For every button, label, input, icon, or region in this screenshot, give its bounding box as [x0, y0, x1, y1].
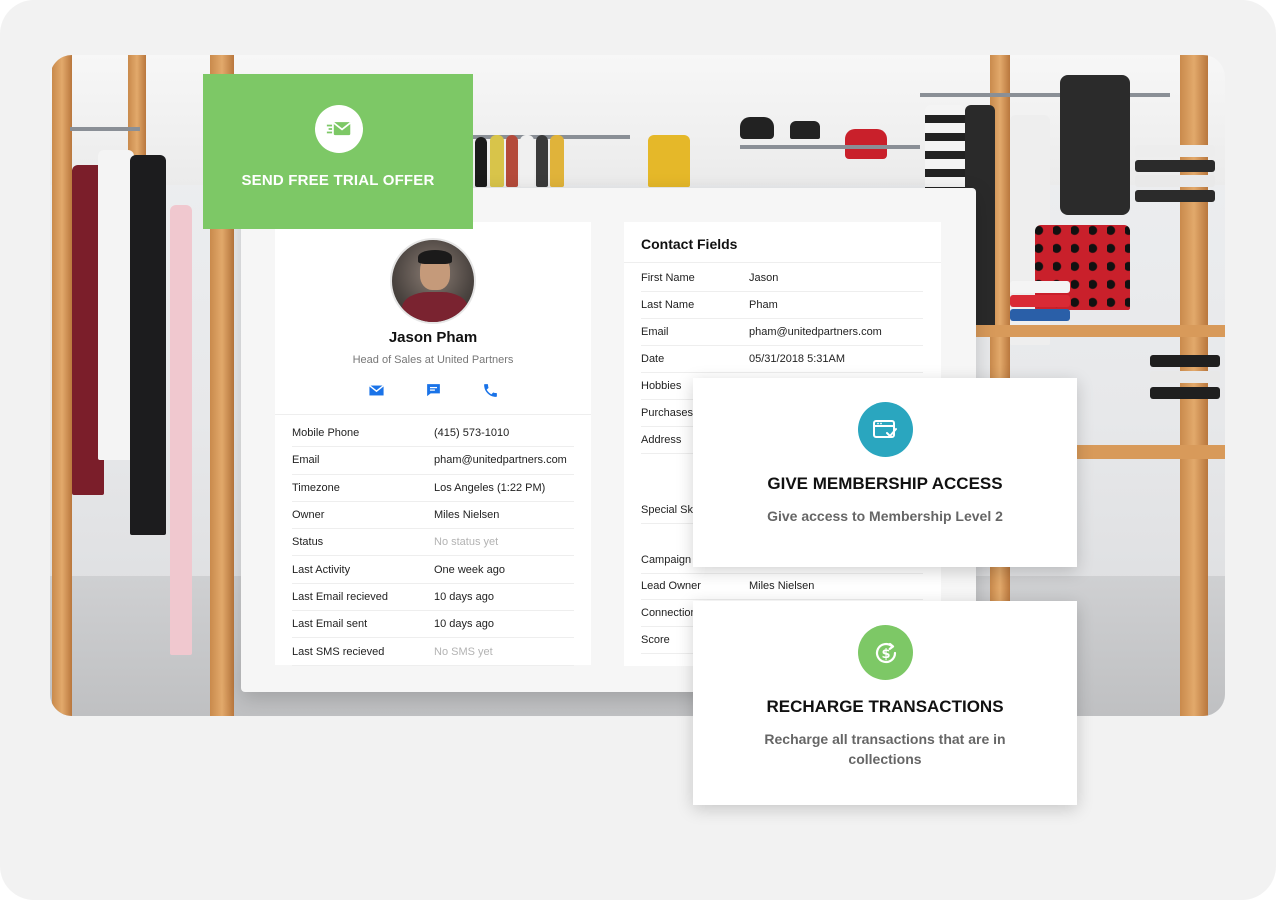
recharge-transactions-action[interactable]: $ RECHARGE TRANSACTIONS Recharge all tra… [693, 601, 1077, 805]
contact-actions [275, 382, 591, 399]
membership-title: GIVE MEMBERSHIP ACCESS [767, 474, 1003, 493]
contact-field-label: Last Name [641, 299, 695, 311]
contact-field-label: Lead Owner [641, 580, 701, 592]
contact-field-label: Date [641, 353, 665, 365]
recharge-title: RECHARGE TRANSACTIONS [766, 697, 1004, 716]
profile-detail-label: Email [292, 454, 320, 467]
profile-divider [275, 414, 591, 415]
profile-detail-value: 10 days ago [434, 618, 494, 631]
profile-detail-label: Owner [292, 509, 325, 522]
contact-field-row[interactable]: Lead Owner Miles Nielsen [641, 573, 923, 600]
profile-detail-value: One week ago [434, 563, 505, 576]
profile-detail-value: pham@unitedpartners.com [434, 454, 567, 467]
profile-detail-value: Miles Nielsen [434, 509, 500, 522]
give-membership-access-action[interactable]: GIVE MEMBERSHIP ACCESS Give access to Me… [693, 378, 1077, 567]
profile-details: Mobile Phone (415) 573-1010 Email pham@unit… [292, 420, 574, 666]
contact-field-row[interactable]: Email pham@unitedpartners.com [641, 319, 923, 346]
profile-detail-label: Timezone [292, 481, 340, 494]
email-icon[interactable] [368, 382, 385, 399]
phone-icon[interactable] [482, 382, 499, 399]
contact-field-row[interactable]: Date 05/31/2018 5:31AM [641, 346, 923, 373]
contact-field-value: 05/31/2018 5:31AM [749, 353, 846, 365]
profile-detail-label: Status [292, 536, 324, 549]
contact-field-label: Email [641, 326, 669, 338]
profile-detail-value: 10 days ago [434, 590, 494, 603]
profile-detail-row: Status No status yet [292, 529, 574, 557]
profile-detail-value: No status yet [434, 536, 499, 549]
profile-detail-row: Last SMS recieved No SMS yet [292, 638, 574, 666]
contact-field-value: Jason [749, 272, 779, 284]
membership-description: Give access to Membership Level 2 [767, 508, 1003, 524]
browser-check-icon [858, 402, 913, 457]
contact-field-row[interactable]: Last Name Pham [641, 292, 923, 319]
contact-role: Head of Sales at United Partners [352, 354, 514, 366]
svg-text:$: $ [881, 647, 890, 662]
profile-detail-row: Last Email recieved 10 days ago [292, 584, 574, 612]
profile-detail-row: Mobile Phone (415) 573-1010 [292, 420, 574, 448]
profile-detail-label: Last Email recieved [292, 590, 388, 603]
profile-detail-row: Last Activity One week ago [292, 556, 574, 584]
profile-detail-row: Email pham@unitedpartners.com [292, 447, 574, 475]
contact-field-row[interactable]: First Name Jason [641, 265, 923, 292]
profile-detail-row: Last Email sent 10 days ago [292, 611, 574, 639]
sms-icon[interactable] [425, 382, 442, 399]
profile-detail-label: Last Email sent [292, 618, 368, 631]
contact-field-label: First Name [641, 272, 695, 284]
avatar[interactable] [390, 238, 476, 324]
recharge-description: Recharge all transactions that are in co… [764, 731, 1006, 767]
profile-detail-value: (415) 573-1010 [434, 427, 510, 440]
contact-fields-title: Contact Fields [641, 236, 738, 252]
profile-detail-value: Los Angeles (1:22 PM) [434, 481, 546, 494]
profile-detail-label: Last Activity [292, 563, 351, 576]
send-free-trial-offer-action[interactable]: SEND FREE TRIAL OFFER [203, 74, 473, 229]
contact-field-value: Pham [749, 299, 778, 311]
contact-field-value: Miles Nielsen [749, 580, 815, 592]
contact-fields-divider [624, 262, 941, 263]
envelope-send-icon [315, 105, 363, 153]
profile-detail-label: Mobile Phone [292, 427, 360, 440]
profile-detail-row: Timezone Los Angeles (1:22 PM) [292, 475, 574, 502]
profile-card: Jason Pham Head of Sales at United Partn… [275, 222, 591, 666]
profile-detail-row: Owner Miles Nielsen [292, 502, 574, 530]
profile-detail-label: Last SMS recieved [292, 645, 385, 658]
contact-name: Jason Pham [388, 329, 478, 346]
contact-field-value: pham@unitedpartners.com [749, 326, 882, 338]
profile-detail-value: No SMS yet [434, 645, 493, 658]
dollar-refresh-icon: $ [858, 625, 913, 680]
offer-label: SEND FREE TRIAL OFFER [241, 172, 435, 189]
